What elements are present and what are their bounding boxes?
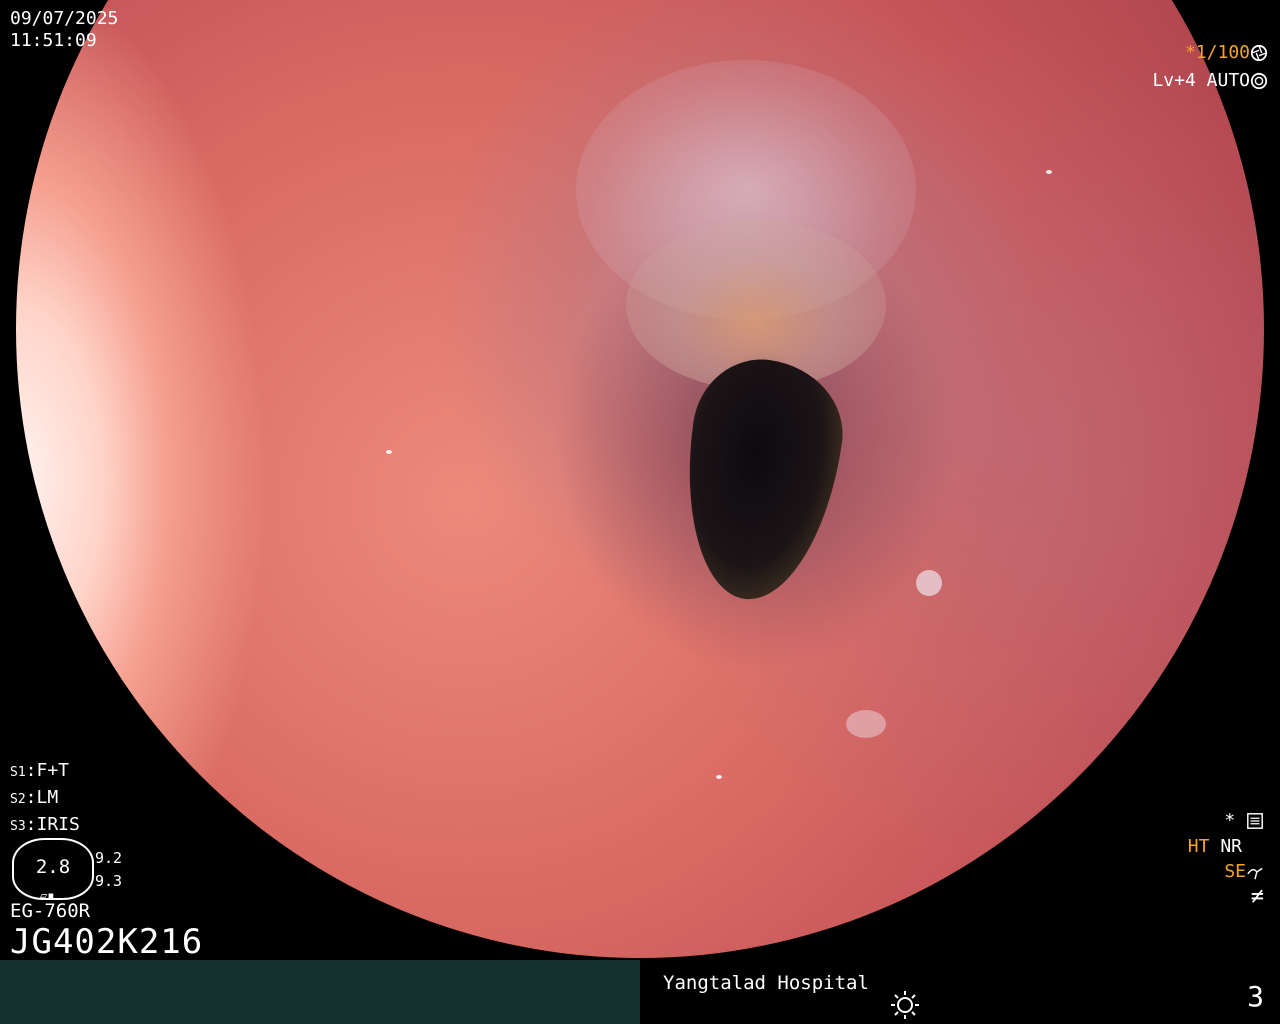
lumen-opening: [670, 350, 852, 610]
light-speck: [1016, 830, 1022, 834]
footer-left-bar: [0, 960, 640, 1024]
aperture-upper: 9.2: [95, 849, 123, 867]
setting-value: IRIS: [36, 814, 80, 835]
aperture-lower: 9.3: [95, 872, 123, 890]
setting-key: S3: [10, 819, 26, 834]
light-speck: [1046, 170, 1052, 174]
scope-serial: JG402K216: [10, 922, 204, 962]
aperture-gauge: 2.8 ▱▪: [12, 838, 94, 902]
light-speck: [846, 710, 886, 738]
scope-model: EG-760R: [10, 900, 91, 922]
time-text: 11:51:09: [10, 30, 97, 51]
aperture-value: 2.8: [35, 856, 71, 878]
level-indicator: Lv+4 AUTO: [1152, 70, 1268, 92]
mode-value: AUTO: [1206, 70, 1250, 91]
page-number: 3: [1247, 980, 1264, 1013]
status-star: *: [1224, 810, 1236, 831]
se-label: SE: [1224, 861, 1246, 882]
status-ht-nr: HT NR: [1188, 836, 1242, 857]
setting-value: LM: [36, 787, 59, 808]
settings-icon: [1247, 813, 1263, 829]
level-value: Lv+4: [1152, 70, 1196, 91]
aperture-icon: [1250, 44, 1268, 62]
brightness-icon: [891, 991, 919, 1019]
settings-list: S1:F+T S2:LM S3:IRIS: [10, 760, 80, 835]
metering-icon: [1250, 72, 1268, 90]
status-star-row: *: [1224, 810, 1264, 831]
date-text: 09/07/2025: [10, 8, 119, 29]
status-se: SE: [1224, 861, 1264, 882]
structure-enhance-icon: [1247, 867, 1263, 880]
endoscopy-screen: 09/07/2025 11:51:09 *1/100 Lv+4 AUTO S1:…: [0, 0, 1280, 1024]
setting-key: S1: [10, 765, 26, 780]
datetime: 09/07/2025 11:51:09: [10, 8, 118, 52]
light-speck: [386, 450, 392, 454]
endoscopic-image: [16, 0, 1264, 958]
shutter-indicator: *1/100: [1185, 42, 1268, 64]
light-speck: [716, 775, 722, 779]
light-speck: [916, 570, 942, 596]
ht-label: HT: [1187, 836, 1210, 857]
shutter-speed: *1/100: [1184, 42, 1250, 63]
nr-label: NR: [1220, 836, 1242, 857]
freeze-symbol: ≠: [1250, 884, 1264, 909]
setting-key: S2: [10, 792, 26, 807]
hospital-name: Yangtalad Hospital: [663, 972, 869, 994]
setting-value: F+T: [36, 760, 70, 781]
